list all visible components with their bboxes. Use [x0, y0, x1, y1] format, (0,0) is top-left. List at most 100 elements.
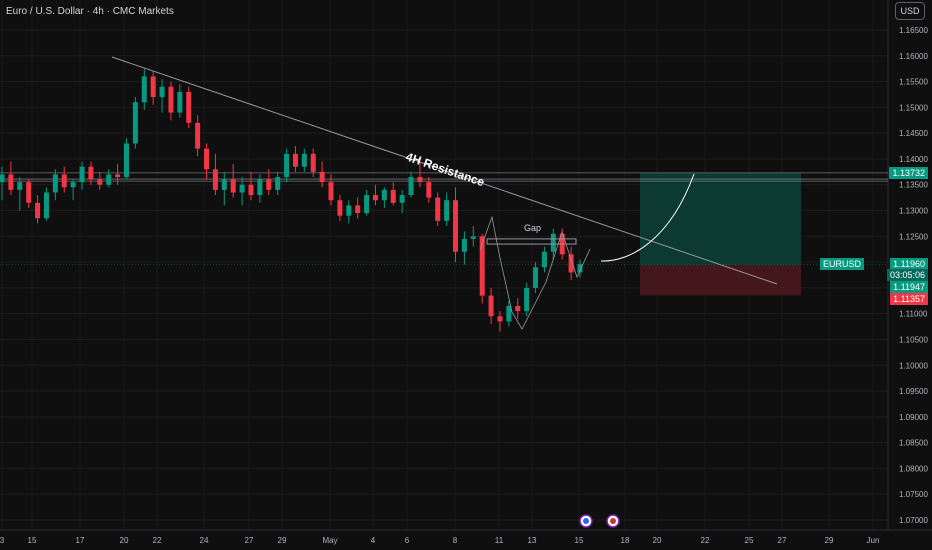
x-tick-label: 25: [745, 536, 754, 545]
eu-flag-icon-center: [583, 518, 589, 524]
y-tick-label: 1.14500: [899, 129, 928, 138]
x-tick-label: 8: [453, 536, 458, 545]
candle-body: [292, 153, 298, 167]
candle-body: [132, 102, 138, 144]
candle-body: [17, 182, 23, 190]
x-tick-label: 22: [701, 536, 710, 545]
x-tick-label: Jun: [867, 536, 880, 545]
candle-body: [541, 251, 547, 268]
currency-button[interactable]: USD: [895, 2, 925, 20]
x-tick-label: 13: [528, 536, 537, 545]
candle-body: [26, 182, 32, 203]
candle-body: [524, 287, 530, 312]
candle-body: [159, 86, 165, 98]
us-flag-icon-center: [610, 518, 616, 524]
candle-body: [453, 200, 459, 252]
y-tick-label: 1.09000: [899, 413, 928, 422]
candle-body: [52, 174, 58, 193]
candle-body: [115, 174, 121, 177]
candle-body: [426, 182, 432, 198]
chart-area[interactable]: 4H Resistance Gap 1.16500 1.16000 1.15500 1.1…: [0, 0, 932, 550]
candle-body: [488, 295, 494, 317]
countdown-tag: 03:05:06: [886, 269, 928, 281]
candle-body: [266, 179, 272, 190]
y-tick-label: 1.12500: [899, 232, 928, 241]
candle-body: [97, 179, 103, 185]
x-tick-label: 15: [575, 536, 584, 545]
candle-body: [301, 153, 307, 167]
candle-body: [195, 122, 201, 149]
resistance-label: 4H Resistance: [404, 150, 486, 190]
candle-body: [346, 205, 352, 216]
candle-body: [204, 148, 210, 170]
candle-body: [515, 305, 521, 312]
y-tick-label: 1.09500: [899, 387, 928, 396]
stop-zone[interactable]: [640, 264, 801, 296]
x-tick-label: 20: [120, 536, 129, 545]
y-tick-label: 1.13500: [899, 181, 928, 190]
target-price-tag: 1.13732: [889, 167, 928, 179]
candle-body: [150, 76, 156, 98]
y-tick-label: 1.15500: [899, 78, 928, 87]
entry-price-tag: 1.11947: [890, 281, 928, 293]
x-tick-label: 3: [0, 536, 5, 545]
candle-body: [70, 182, 76, 188]
candle-body: [248, 184, 254, 196]
x-tick-label: 22: [153, 536, 162, 545]
x-tick-label: 20: [653, 536, 662, 545]
y-tick-label: 1.16000: [899, 52, 928, 61]
x-tick-label: 17: [76, 536, 85, 545]
y-tick-label: 1.08500: [899, 439, 928, 448]
candle-body: [141, 76, 147, 103]
candle-body: [186, 91, 192, 123]
candle-body: [123, 143, 129, 177]
candle-body: [310, 153, 316, 172]
candle-body: [533, 267, 539, 288]
candle-body: [337, 200, 343, 216]
symbol-tag: EURUSD: [819, 258, 864, 270]
x-tick-label: 24: [200, 536, 209, 545]
x-tick-label: 11: [495, 536, 504, 545]
x-tick-label: 27: [778, 536, 787, 545]
y-tick-label: 1.13000: [899, 207, 928, 216]
x-tick-label: 29: [825, 536, 834, 545]
y-tick-label: 1.10500: [899, 335, 928, 344]
candle-body: [230, 179, 236, 193]
candle-body: [8, 174, 14, 190]
candle-body: [364, 195, 370, 214]
candle-body: [0, 174, 5, 183]
y-tick-label: 1.11000: [899, 310, 928, 319]
gap-label: Gap: [524, 223, 541, 233]
stop-price-tag: 1.11357: [890, 293, 928, 305]
candle-body: [284, 153, 290, 177]
y-tick-label: 1.07500: [899, 490, 928, 499]
candle-body: [275, 177, 281, 190]
candle-body: [550, 233, 556, 252]
target-zone[interactable]: [640, 172, 801, 265]
candle-body: [239, 184, 245, 193]
y-tick-label: 1.08000: [899, 464, 928, 473]
candle-body: [381, 189, 387, 201]
candle-body: [461, 238, 467, 252]
candle-body: [106, 174, 112, 185]
candle-body: [221, 179, 227, 190]
candle-body: [328, 182, 334, 201]
candle-body: [88, 166, 94, 180]
candle-body: [177, 91, 183, 113]
candle-body: [399, 195, 405, 203]
candle-body: [408, 177, 414, 196]
candle-body: [355, 205, 361, 214]
candle-body: [435, 197, 441, 221]
x-tick-label: 4: [371, 536, 376, 545]
chart-title: Euro / U.S. Dollar · 4h · CMC Markets: [6, 6, 174, 17]
x-tick-label: 18: [621, 536, 630, 545]
x-tick-label: 29: [278, 536, 287, 545]
candle-body: [390, 189, 396, 203]
candle-body: [35, 202, 41, 219]
candle-body: [506, 305, 512, 322]
candle-body: [444, 200, 450, 221]
candle-body: [168, 86, 174, 113]
candle-body: [372, 195, 378, 201]
y-tick-label: 1.10000: [899, 361, 928, 370]
candle-body: [257, 179, 263, 196]
